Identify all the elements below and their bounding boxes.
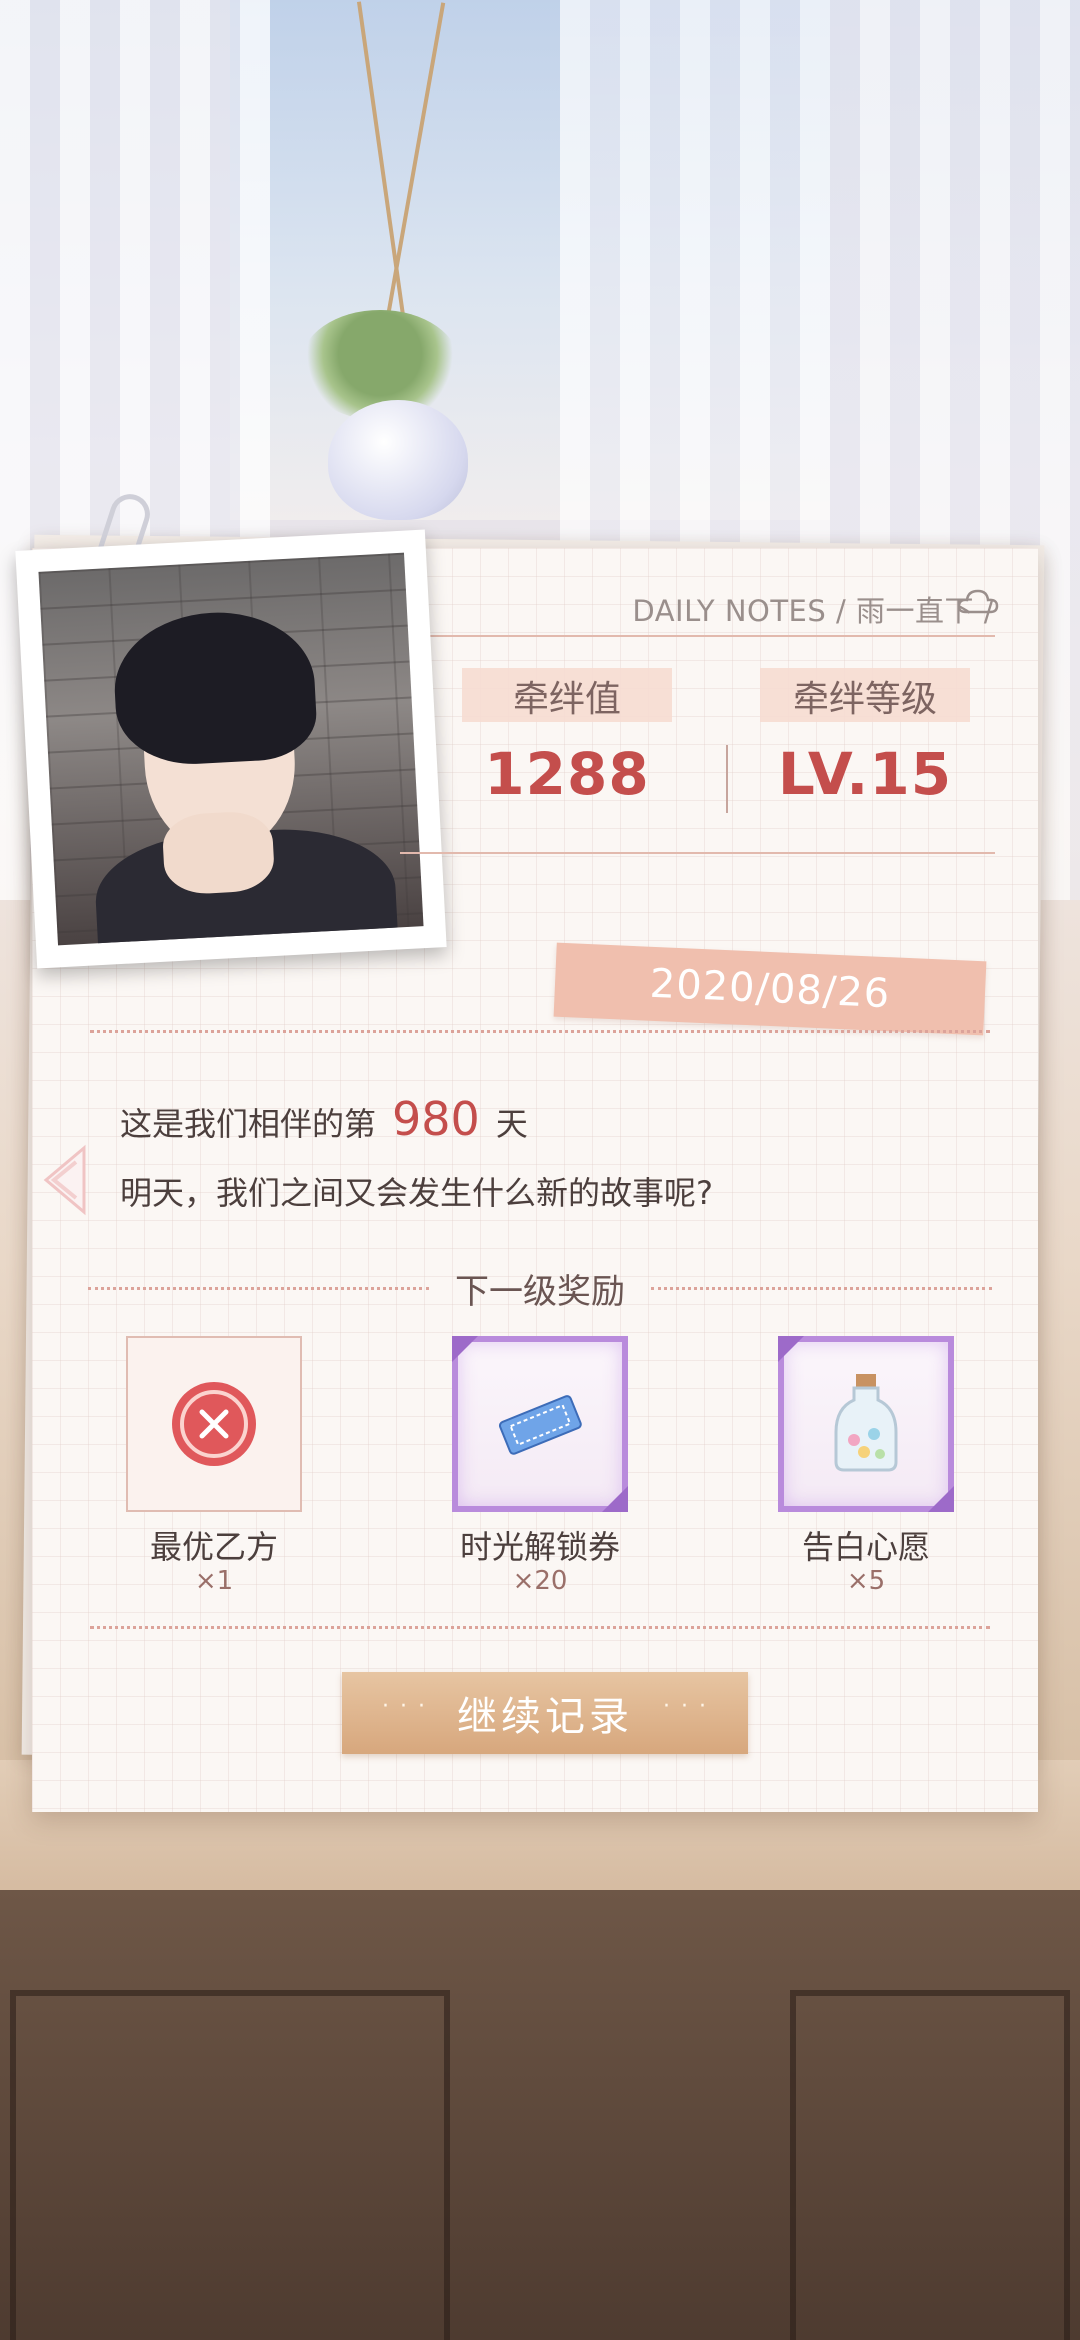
frame-corner xyxy=(928,1486,954,1512)
character-photo[interactable] xyxy=(15,529,447,969)
reward-item-2[interactable] xyxy=(452,1336,628,1512)
dotted-line xyxy=(88,1286,429,1290)
cabinet-door xyxy=(790,1990,1070,2340)
wish-bottle-icon xyxy=(834,1374,898,1472)
stats-divider xyxy=(726,745,728,813)
frame-corner xyxy=(602,1486,628,1512)
rewards-title: 下一级奖励 xyxy=(455,1271,625,1312)
message-line-2: 明天，我们之间又会发生什么新的故事呢? xyxy=(120,1174,713,1212)
reward-name-2: 时光解锁券 xyxy=(459,1528,620,1566)
x-badge-icon xyxy=(172,1382,256,1466)
character-portrait xyxy=(38,552,424,946)
reward-count-1: ×1 xyxy=(194,1566,234,1596)
companion-days-message: 这是我们相伴的第 980 天 xyxy=(120,1092,528,1146)
message-suffix: 天 xyxy=(495,1105,528,1143)
reward-item-1[interactable] xyxy=(126,1336,302,1512)
reward-name-1: 最优乙方 xyxy=(149,1528,278,1566)
date-text: 2020/08/26 xyxy=(648,960,892,1018)
companion-days-count: 980 xyxy=(392,1092,480,1146)
cloud-icon xyxy=(957,589,999,614)
reward-item-3[interactable] xyxy=(778,1336,954,1512)
dotted-divider-top xyxy=(90,1030,990,1033)
next-level-rewards-header: 下一级奖励 xyxy=(88,1266,992,1312)
reward-name-3: 告白心愿 xyxy=(801,1528,930,1566)
stats-divider-line xyxy=(400,852,995,854)
continue-record-label: 继续记录 xyxy=(457,1694,633,1740)
bond-level-label: 牵绊等级 xyxy=(792,679,937,720)
frame-corner xyxy=(778,1336,804,1362)
continue-record-button[interactable]: 继续记录 xyxy=(342,1672,748,1754)
message-prefix: 这是我们相伴的第 xyxy=(120,1105,377,1143)
header-divider xyxy=(410,635,995,637)
frame-corner xyxy=(452,1336,478,1362)
dotted-divider-bottom xyxy=(90,1626,990,1629)
ticket-icon xyxy=(498,1395,582,1455)
reward-count-2: ×20 xyxy=(512,1566,568,1596)
dotted-line xyxy=(651,1286,992,1290)
portrait-hand xyxy=(161,809,276,896)
bond-value-label: 牵绊值 xyxy=(512,679,621,720)
reward-count-3: ×5 xyxy=(846,1566,886,1596)
bond-level: LV.15 xyxy=(777,740,953,808)
previous-page-arrow-icon[interactable] xyxy=(40,1144,90,1216)
daily-notes-title: DAILY NOTES / 雨一直下 / xyxy=(632,594,994,628)
cabinet-door xyxy=(10,1990,450,2340)
hanging-pot xyxy=(328,400,468,520)
bond-value: 1288 xyxy=(484,740,650,808)
